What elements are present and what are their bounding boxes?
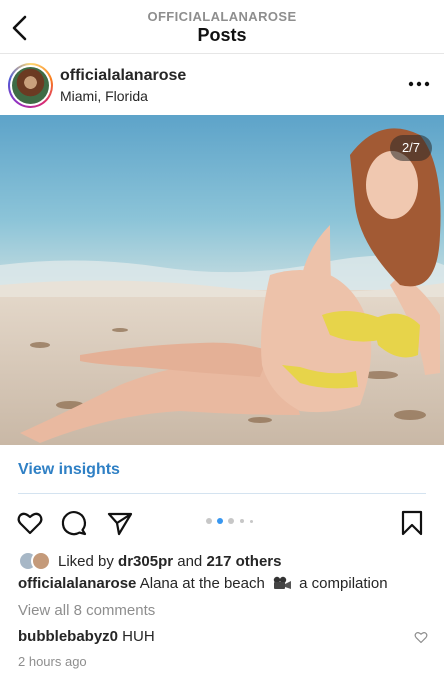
post-photo[interactable]: 2/7: [0, 115, 444, 445]
caption-username[interactable]: officialalanarose: [18, 575, 136, 592]
avatar-frame: [10, 65, 51, 106]
profile-username-header: OFFICIALALANAROSE: [147, 9, 297, 24]
insights-bar: View insights: [0, 445, 444, 495]
likes-text: Liked by dr305pr and 217 others: [58, 553, 282, 570]
comment-preview: bubblebabyz0 HUH: [18, 628, 155, 645]
liker-avatar: [31, 551, 51, 571]
post-username[interactable]: officialalanarose: [60, 67, 186, 85]
carousel-dot: [206, 518, 212, 524]
liker-username[interactable]: dr305pr: [118, 553, 173, 570]
comment-username[interactable]: bubblebabyz0: [18, 628, 118, 645]
post-header: officialalanarose Miami, Florida: [0, 56, 444, 114]
avatar: [12, 67, 49, 104]
view-all-comments-link[interactable]: View all 8 comments: [18, 602, 155, 619]
likes-prefix: Liked by: [58, 553, 119, 570]
caption-text: Alana at the beach: [136, 575, 269, 592]
beach-photo-illustration: [0, 115, 444, 445]
likes-joiner: and: [173, 553, 207, 570]
carousel-counter: 2/7: [390, 135, 432, 161]
movie-camera-icon: [273, 576, 291, 589]
top-nav-bar: OFFICIALALANAROSE Posts: [0, 0, 444, 54]
divider: [18, 493, 426, 494]
likes-others-count[interactable]: 217 others: [206, 553, 281, 570]
post-timestamp: 2 hours ago: [18, 654, 87, 669]
comment-text: HUH: [118, 628, 155, 645]
story-avatar[interactable]: [8, 63, 53, 108]
comment-icon[interactable]: [60, 509, 88, 537]
comment-heart-icon[interactable]: [414, 630, 428, 644]
post-actions: [0, 505, 444, 539]
post-caption: officialalanarose Alana at the beach a c…: [18, 575, 438, 592]
caption-text-end: a compilation: [295, 575, 388, 592]
likes-summary[interactable]: Liked by dr305pr and 217 others: [18, 550, 428, 574]
more-options-icon[interactable]: [408, 76, 430, 92]
carousel-dot: [250, 520, 253, 523]
view-insights-link[interactable]: View insights: [18, 461, 120, 479]
liker-avatars: [18, 551, 54, 573]
carousel-dot: [228, 518, 234, 524]
share-icon[interactable]: [106, 509, 134, 537]
carousel-dot-active: [217, 518, 223, 524]
post-location[interactable]: Miami, Florida: [60, 88, 148, 104]
heart-icon[interactable]: [16, 509, 44, 537]
bookmark-icon[interactable]: [398, 509, 426, 537]
carousel-dot: [240, 519, 244, 523]
carousel-indicator: [206, 518, 266, 526]
page-title: Posts: [197, 25, 247, 45]
